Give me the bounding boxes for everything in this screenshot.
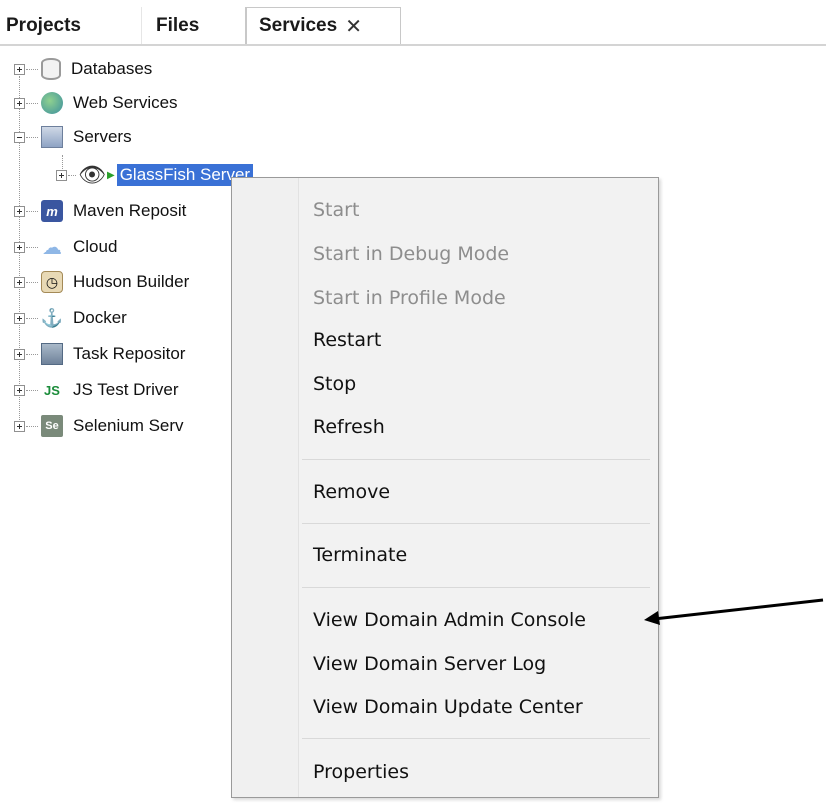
hudson-icon: ◷ bbox=[41, 271, 63, 293]
tab-label: Services bbox=[259, 15, 338, 36]
expand-icon[interactable] bbox=[56, 169, 67, 181]
expand-icon[interactable] bbox=[14, 241, 25, 253]
tab-files[interactable]: Files bbox=[142, 7, 246, 44]
tree-node-hudson[interactable]: ◷ Hudson Builder bbox=[14, 267, 189, 297]
menu-separator bbox=[302, 459, 650, 460]
servers-icon bbox=[41, 126, 63, 148]
tab-label: Files bbox=[156, 14, 200, 36]
menu-item-remove[interactable]: Remove bbox=[313, 477, 390, 507]
menu-separator bbox=[302, 738, 650, 739]
tree-node-label: Databases bbox=[71, 59, 153, 78]
tree-connector bbox=[26, 246, 38, 248]
running-indicator-icon: ▶ bbox=[107, 169, 115, 181]
tree-connector bbox=[26, 210, 38, 212]
menu-item-refresh[interactable]: Refresh bbox=[313, 412, 385, 442]
close-icon[interactable]: ✕ bbox=[345, 14, 362, 39]
tree-connector bbox=[26, 102, 38, 104]
tree-node-selenium[interactable]: Se Selenium Serv bbox=[14, 411, 184, 441]
tree-node-label: Web Services bbox=[73, 93, 178, 112]
tree-connector bbox=[26, 389, 38, 391]
menu-separator bbox=[302, 523, 650, 524]
glassfish-icon: 👁 bbox=[78, 162, 106, 187]
tab-label: Projects bbox=[6, 14, 81, 36]
tree-node-docker[interactable]: ⚓ Docker bbox=[14, 303, 127, 333]
expand-icon[interactable] bbox=[14, 312, 25, 324]
menu-item-terminate[interactable]: Terminate bbox=[313, 540, 407, 570]
menu-item-restart[interactable]: Restart bbox=[313, 325, 381, 355]
docker-icon: ⚓ bbox=[40, 307, 64, 328]
tree-node-label: JS Test Driver bbox=[73, 380, 179, 399]
cloud-icon: ☁ bbox=[42, 236, 62, 259]
tree-connector bbox=[26, 136, 38, 138]
expand-icon[interactable] bbox=[14, 63, 25, 75]
menu-item-view-domain-update-center[interactable]: View Domain Update Center bbox=[313, 692, 583, 722]
expand-icon[interactable] bbox=[14, 384, 25, 396]
tree-node-maven[interactable]: m Maven Reposit bbox=[14, 196, 186, 226]
menu-item-stop[interactable]: Stop bbox=[313, 369, 356, 399]
expand-icon[interactable] bbox=[14, 97, 25, 109]
tree-node-label: Task Repositor bbox=[73, 344, 186, 363]
menu-item-view-domain-server-log[interactable]: View Domain Server Log bbox=[313, 649, 546, 679]
database-icon bbox=[41, 58, 61, 80]
js-test-driver-icon: JS bbox=[44, 382, 60, 398]
menu-item-start-debug[interactable]: Start in Debug Mode bbox=[313, 239, 509, 269]
collapse-icon[interactable] bbox=[14, 131, 25, 143]
tab-services[interactable]: Services ✕ bbox=[246, 7, 401, 44]
tree-node-cloud[interactable]: ☁ Cloud bbox=[14, 232, 117, 262]
menu-item-start[interactable]: Start bbox=[313, 195, 359, 225]
task-repository-icon bbox=[41, 343, 63, 365]
tree-node-label: Maven Reposit bbox=[73, 201, 187, 220]
menu-icon-gutter bbox=[232, 178, 299, 797]
expand-icon[interactable] bbox=[14, 205, 25, 217]
tree-node-label: Cloud bbox=[73, 237, 118, 256]
menu-separator bbox=[302, 587, 650, 588]
maven-icon: m bbox=[41, 200, 63, 222]
tree-connector bbox=[26, 281, 38, 283]
tree-node-label: Selenium Serv bbox=[73, 416, 184, 435]
tree-connector bbox=[26, 68, 38, 70]
tab-divider bbox=[0, 44, 826, 46]
tree-node-js-test-driver[interactable]: JS JS Test Driver bbox=[14, 375, 179, 405]
expand-icon[interactable] bbox=[14, 276, 25, 288]
expand-icon[interactable] bbox=[14, 348, 25, 360]
menu-item-start-profile[interactable]: Start in Profile Mode bbox=[313, 283, 506, 313]
tree-node-label: Servers bbox=[73, 127, 132, 146]
annotation-arrow-icon bbox=[644, 598, 824, 625]
expand-icon[interactable] bbox=[14, 420, 25, 432]
web-services-icon bbox=[41, 92, 63, 114]
tab-strip: Projects Files Services ✕ bbox=[0, 0, 826, 46]
tree-connector bbox=[26, 353, 38, 355]
context-menu: Start Start in Debug Mode Start in Profi… bbox=[231, 177, 659, 798]
selenium-icon: Se bbox=[41, 415, 63, 437]
tree-node-label: Hudson Builder bbox=[73, 272, 190, 291]
tab-projects[interactable]: Projects bbox=[0, 7, 142, 44]
tree-node-servers[interactable]: Servers bbox=[14, 122, 132, 152]
menu-item-properties[interactable]: Properties bbox=[313, 757, 409, 787]
tree-node-label: Docker bbox=[73, 308, 127, 327]
tree-node-web-services[interactable]: Web Services bbox=[14, 88, 178, 118]
tree-node-databases[interactable]: Databases bbox=[14, 54, 152, 84]
tree-connector bbox=[26, 425, 38, 427]
tree-connector bbox=[68, 174, 76, 176]
tree-connector bbox=[26, 317, 38, 319]
tree-node-glassfish-server[interactable]: 👁 ▶ GlassFish Server bbox=[56, 160, 254, 190]
menu-item-view-domain-admin-console[interactable]: View Domain Admin Console bbox=[313, 605, 586, 635]
tree-node-task-repository[interactable]: Task Repositor bbox=[14, 339, 185, 369]
